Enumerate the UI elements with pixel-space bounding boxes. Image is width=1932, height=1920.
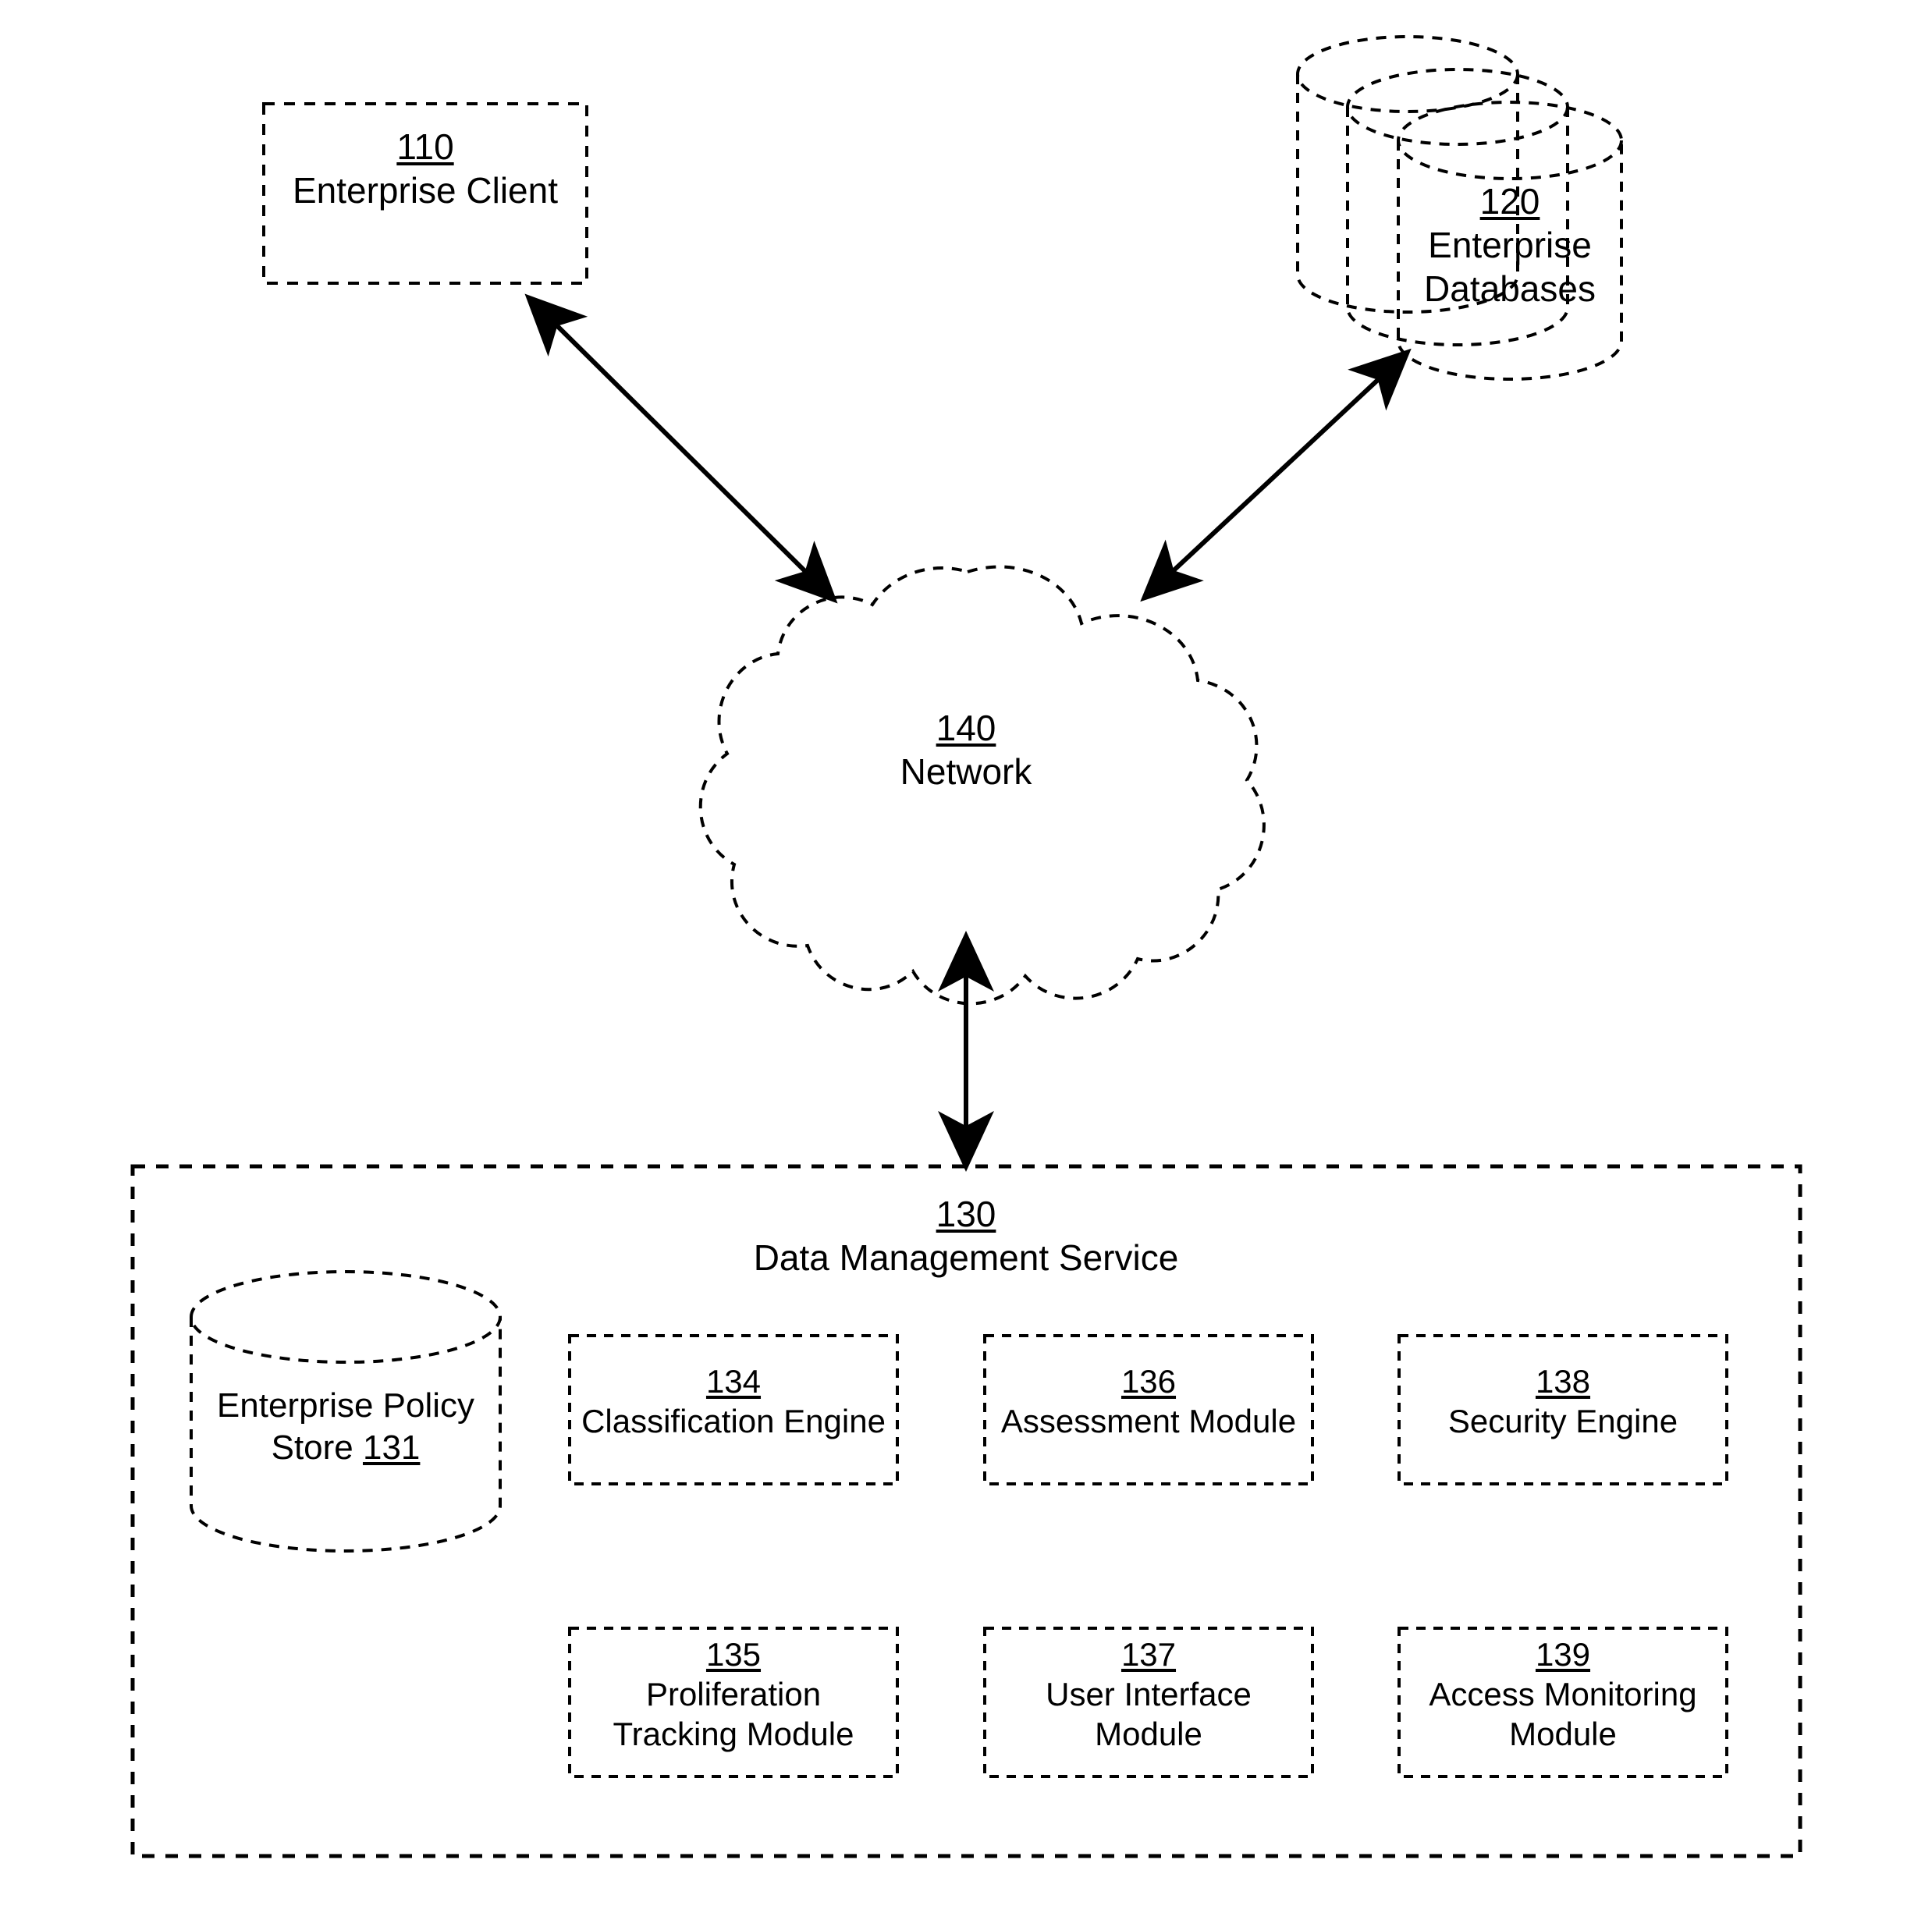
module-title-135-line1: Proliferation: [645, 1676, 822, 1713]
module-title-134-line1: Classification Engine: [581, 1403, 886, 1440]
enterprise-client-title: Enterprise Client: [292, 170, 559, 211]
module-label-134: 134 Classification Engine: [570, 1361, 897, 1441]
module-label-136: 136 Assessment Module: [985, 1361, 1312, 1441]
ref-120: 120: [1479, 181, 1540, 222]
module-title-139-line2: Module: [1509, 1716, 1617, 1753]
module-label-137: 137 User Interface Module: [985, 1634, 1312, 1755]
ref-131: 131: [362, 1428, 421, 1467]
ref-110: 110: [396, 126, 454, 167]
module-title-137-line1: User Interface: [1046, 1676, 1252, 1713]
ref-140: 140: [936, 708, 996, 748]
connector-databases-network: [1140, 348, 1412, 602]
data-management-service-title: Data Management Service: [753, 1237, 1179, 1279]
module-title-138-line1: Security Engine: [1447, 1403, 1678, 1440]
enterprise-databases-title-line1: Enterprise: [1428, 225, 1592, 266]
ref-136: 136: [1120, 1363, 1177, 1400]
module-title-137-line2: Module: [1095, 1716, 1202, 1753]
connector-client-network: [524, 293, 838, 604]
ref-130: 130: [936, 1194, 996, 1234]
enterprise-client-label: 110 Enterprise Client: [264, 125, 587, 212]
enterprise-databases-title-line2: Databases: [1424, 268, 1596, 310]
enterprise-policy-store-store-word: Store: [271, 1428, 363, 1467]
enterprise-policy-store-title-line2: Store 131: [191, 1427, 500, 1469]
enterprise-policy-store-title-line1: Enterprise Policy: [216, 1386, 475, 1425]
diagram-graphics: [130, 35, 1802, 1858]
enterprise-databases-label: 120 Enterprise Databases: [1398, 179, 1621, 311]
data-management-service-label: 130 Data Management Service: [732, 1192, 1200, 1279]
ref-139: 139: [1535, 1636, 1591, 1673]
module-title-135-line2: Tracking Module: [613, 1716, 854, 1753]
module-label-138: 138 Security Engine: [1399, 1361, 1727, 1441]
ref-134: 134: [705, 1363, 762, 1400]
figure-canvas: 110 Enterprise Client 120 Enterprise Dat…: [0, 0, 1932, 1920]
module-label-135: 135 Proliferation Tracking Module: [570, 1634, 897, 1755]
enterprise-policy-store-label: Enterprise Policy Store 131: [191, 1385, 500, 1468]
network-label: 140 Network: [802, 706, 1130, 793]
module-title-139-line1: Access Monitoring: [1429, 1676, 1697, 1713]
ref-135: 135: [705, 1636, 762, 1673]
network-title: Network: [900, 751, 1032, 793]
module-label-139: 139 Access Monitoring Module: [1399, 1634, 1727, 1755]
module-title-136-line1: Assessment Module: [1000, 1403, 1297, 1440]
ref-138: 138: [1535, 1363, 1591, 1400]
ref-137: 137: [1120, 1636, 1177, 1673]
